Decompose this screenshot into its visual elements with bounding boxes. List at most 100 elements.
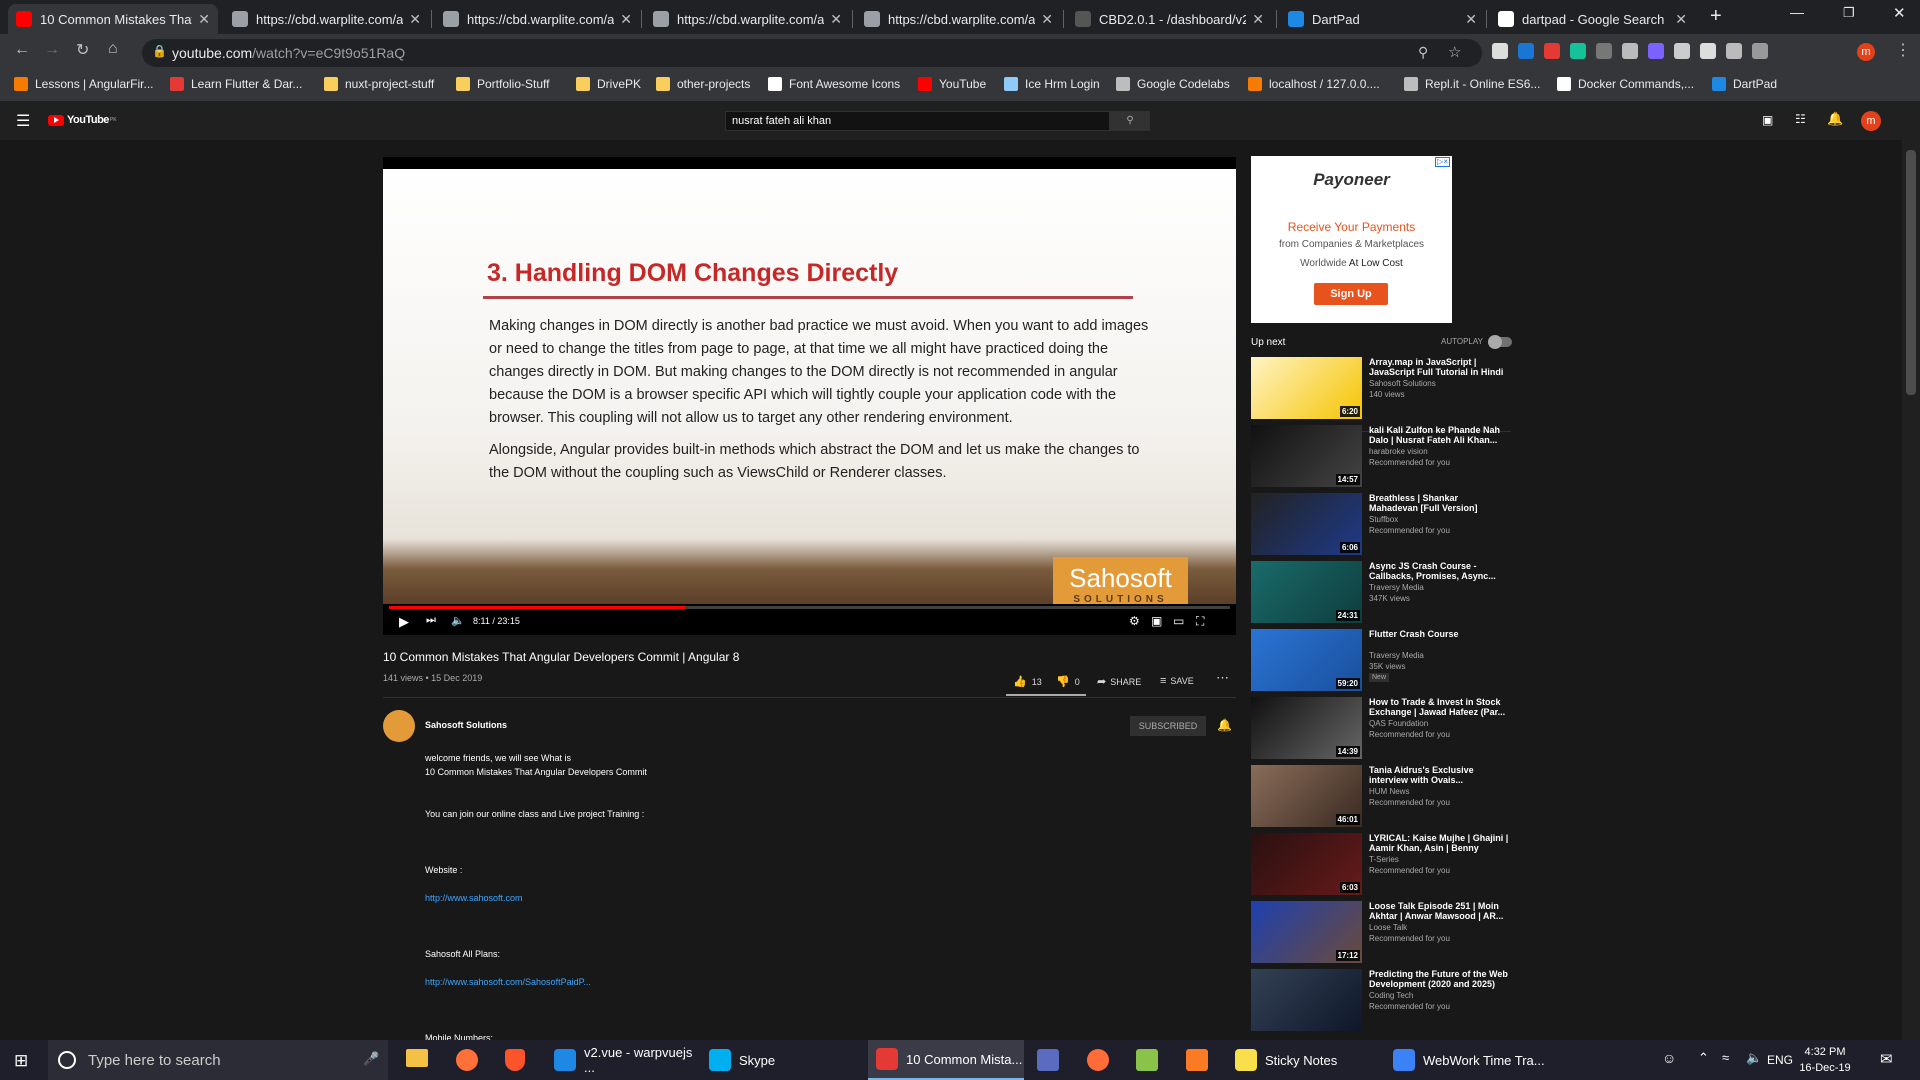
file-explorer-icon[interactable] xyxy=(406,1049,428,1067)
recommended-title[interactable]: kali Kali Zulfon ke Phande Nah Dalo | Nu… xyxy=(1369,425,1509,445)
extension-icon[interactable] xyxy=(1674,43,1690,59)
browser-tab[interactable]: 10 Common Mistakes That ✕ xyxy=(8,4,218,34)
ad-signup-button[interactable]: Sign Up xyxy=(1314,283,1388,305)
recommended-channel[interactable]: HUM News xyxy=(1369,787,1409,796)
recommended-title[interactable]: Loose Talk Episode 251 | Moin Akhtar | A… xyxy=(1369,901,1509,921)
video-thumbnail[interactable]: 6:03 xyxy=(1251,833,1362,895)
extension-icon[interactable] xyxy=(1726,43,1742,59)
recommended-video[interactable]: 14:57 kali Kali Zulfon ke Phande Nah Dalo… xyxy=(1251,425,1511,489)
close-window-icon[interactable]: ✕ xyxy=(1893,4,1906,22)
microphone-icon[interactable]: 🎤 xyxy=(363,1051,379,1067)
recommended-video[interactable]: 46:01 Tania Aidrus's Exclusive interview … xyxy=(1251,765,1511,829)
recommended-title[interactable]: LYRICAL: Kaise Mujhe | Ghajini | Aamir K… xyxy=(1369,833,1509,853)
save-button[interactable]: ≡ SAVE xyxy=(1160,675,1194,687)
extension-icon[interactable] xyxy=(1596,43,1612,59)
recommended-channel[interactable]: T-Series xyxy=(1369,855,1399,864)
recommended-video[interactable]: 14:39 How to Trade & Invest in Stock Exch… xyxy=(1251,697,1511,761)
xampp-icon[interactable] xyxy=(1186,1049,1208,1071)
bookmark-item[interactable]: DrivePK xyxy=(576,77,641,91)
recommended-title[interactable]: Array.map in JavaScript | JavaScript Ful… xyxy=(1369,357,1509,377)
channel-avatar[interactable] xyxy=(383,710,415,742)
more-actions-icon[interactable]: ⋯ xyxy=(1216,670,1229,686)
taskbar-clock[interactable]: 4:32 PM 16-Dec-19 xyxy=(1795,1044,1855,1076)
reload-icon[interactable]: ↻ xyxy=(76,40,89,60)
video-thumbnail[interactable]: 46:01 xyxy=(1251,765,1362,827)
create-video-icon[interactable]: ▣ xyxy=(1762,113,1773,127)
browser-tab[interactable]: https://cbd.warplite.com/ap ✕ xyxy=(224,4,429,34)
bookmark-item[interactable]: localhost / 127.0.0.... xyxy=(1248,77,1380,91)
recommended-channel[interactable]: Coding Tech xyxy=(1369,991,1413,1000)
browser-tab[interactable]: CBD2.0.1 - /dashboard/v2 ✕ xyxy=(1067,4,1272,34)
windows-start-icon[interactable]: ⊞ xyxy=(14,1051,28,1071)
recommended-video[interactable]: 6:20 Array.map in JavaScript | JavaScript… xyxy=(1251,357,1511,421)
bookmark-item[interactable]: DartPad xyxy=(1712,77,1777,91)
description-link[interactable]: http://www.sahosoft.com/SahosoftPaidP... xyxy=(425,977,591,987)
recommended-channel[interactable]: Stuffbox xyxy=(1369,515,1398,524)
autoplay-toggle[interactable] xyxy=(1488,335,1512,349)
notifications-bell-icon[interactable]: 🔔 xyxy=(1827,111,1843,127)
close-tab-icon[interactable]: ✕ xyxy=(620,11,632,28)
language-indicator[interactable]: ENG xyxy=(1767,1053,1793,1067)
bookmark-item[interactable]: other-projects xyxy=(656,77,750,91)
extension-icon[interactable] xyxy=(1700,43,1716,59)
recommended-channel[interactable]: Traversy Media xyxy=(1369,583,1424,592)
forward-icon[interactable]: → xyxy=(44,41,60,59)
recommended-title[interactable]: How to Trade & Invest in Stock Exchange … xyxy=(1369,697,1509,717)
subscribed-button[interactable]: SUBSCRIBED xyxy=(1130,716,1206,736)
close-tab-icon[interactable]: ✕ xyxy=(830,11,842,28)
scrollbar-thumb[interactable] xyxy=(1906,150,1916,395)
payoneer-ad[interactable]: ▷× Payoneer Receive Your Payments from C… xyxy=(1251,156,1452,323)
browser-tab[interactable]: DartPad ✕ xyxy=(1280,4,1485,34)
profile-avatar[interactable]: m xyxy=(1857,43,1875,61)
bookmark-item[interactable]: Lessons | AngularFir... xyxy=(14,77,154,91)
recommended-channel[interactable]: Traversy Media xyxy=(1369,651,1424,660)
youtube-search-button[interactable]: ⚲ xyxy=(1110,111,1150,131)
speaker-icon[interactable]: 🔈 xyxy=(1746,1050,1762,1066)
video-thumbnail[interactable]: 17:12 xyxy=(1251,901,1362,963)
volume-icon[interactable]: 🔈 xyxy=(451,614,465,627)
recommended-channel[interactable]: harabroke vision xyxy=(1369,447,1428,456)
close-tab-icon[interactable]: ✕ xyxy=(1675,11,1687,28)
video-thumbnail[interactable]: 14:39 xyxy=(1251,697,1362,759)
hamburger-icon[interactable]: ☰ xyxy=(16,111,30,131)
taskbar-app[interactable]: 10 Common Mista... xyxy=(868,1040,1024,1080)
recommended-video[interactable]: 6:03 LYRICAL: Kaise Mujhe | Ghajini | Aam… xyxy=(1251,833,1511,897)
bookmark-item[interactable]: Google Codelabs xyxy=(1116,77,1230,91)
youtube-search-input[interactable]: nusrat fateh ali khan xyxy=(725,111,1110,131)
bookmark-item[interactable]: Font Awesome Icons xyxy=(768,77,900,91)
bookmark-item[interactable]: Docker Commands,... xyxy=(1557,77,1694,91)
recommended-title[interactable]: Breathless | Shankar Mahadevan [Full Ver… xyxy=(1369,493,1509,513)
recommended-video[interactable]: Predicting the Future of the Web Develop… xyxy=(1251,969,1511,1033)
menu-dots-icon[interactable]: ⋮ xyxy=(1895,40,1911,60)
channel-name[interactable]: Sahosoft Solutions xyxy=(425,720,507,730)
lambda-app-icon[interactable] xyxy=(1136,1049,1158,1071)
extension-icon[interactable] xyxy=(1570,43,1586,59)
recommended-video[interactable]: 59:20 Flutter Crash Course Traversy Media 3… xyxy=(1251,629,1511,693)
new-tab-icon[interactable]: + xyxy=(1710,5,1722,28)
bookmark-item[interactable]: YouTube xyxy=(918,77,986,91)
fullscreen-icon[interactable]: ⛶ xyxy=(1196,614,1204,629)
apps-grid-icon[interactable]: ☷ xyxy=(1795,112,1806,126)
extension-icon[interactable] xyxy=(1622,43,1638,59)
taskbar-app[interactable]: Skype xyxy=(701,1040,851,1080)
close-tab-icon[interactable]: ✕ xyxy=(1041,11,1053,28)
recommended-channel[interactable]: Loose Talk xyxy=(1369,923,1407,932)
video-thumbnail[interactable]: 59:20 xyxy=(1251,629,1362,691)
description-link[interactable]: http://www.sahosoft.com xyxy=(425,893,523,903)
browser-tab[interactable]: https://cbd.warplite.com/ap ✕ xyxy=(435,4,640,34)
close-tab-icon[interactable]: ✕ xyxy=(198,11,210,28)
tray-chevron-icon[interactable]: ⌃ xyxy=(1698,1050,1709,1066)
extension-icon[interactable] xyxy=(1752,43,1768,59)
address-bar[interactable]: 🔒 youtube.com/watch?v=eC9t9o51RaQ ⚲ ☆ xyxy=(142,39,1482,67)
recommended-title[interactable]: Async JS Crash Course - Callbacks, Promi… xyxy=(1369,561,1509,581)
extension-icon[interactable] xyxy=(1518,43,1534,59)
star-icon[interactable]: ☆ xyxy=(1448,43,1461,61)
recommended-title[interactable]: Flutter Crash Course xyxy=(1369,629,1509,639)
close-tab-icon[interactable]: ✕ xyxy=(1252,11,1264,28)
video-thumbnail[interactable]: 14:57 xyxy=(1251,425,1362,487)
youtube-logo[interactable]: YouTube PK xyxy=(48,114,117,126)
browser-tab[interactable]: https://cbd.warplite.com/ap ✕ xyxy=(645,4,850,34)
extension-icon[interactable] xyxy=(1648,43,1664,59)
browser-tab[interactable]: https://cbd.warplite.com/ap ✕ xyxy=(856,4,1061,34)
firefox-icon[interactable] xyxy=(456,1049,478,1071)
